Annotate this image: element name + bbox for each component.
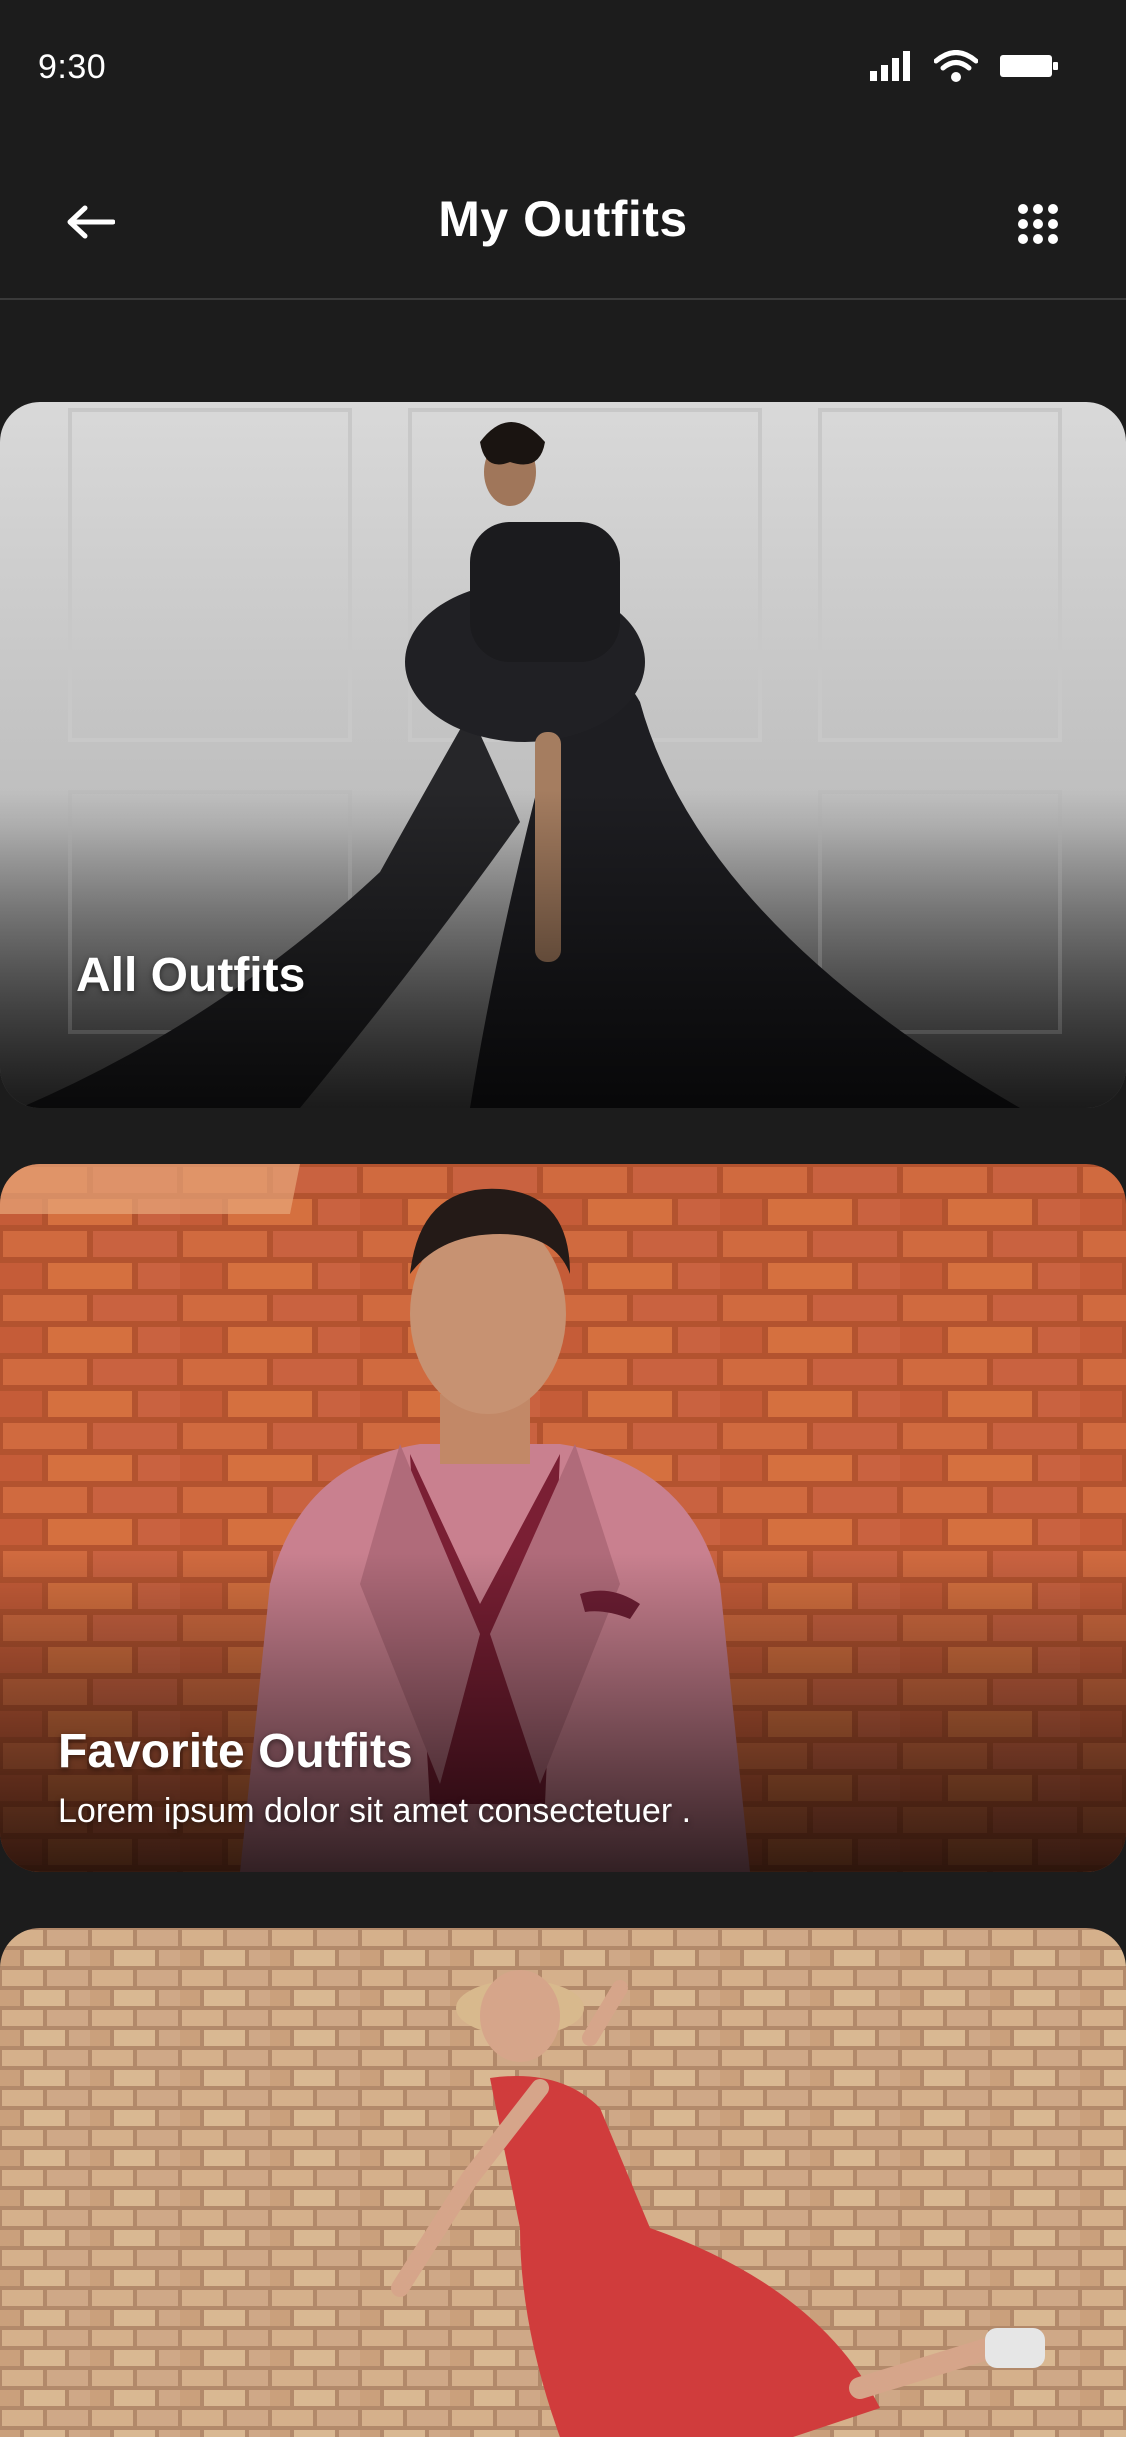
- page-title: My Outfits: [438, 191, 688, 247]
- red-dress-photo: [0, 1928, 1126, 2437]
- status-bar: 9:30: [0, 0, 1126, 140]
- card-title: Favorite Outfits: [58, 1725, 413, 1778]
- grid-menu-button[interactable]: [1010, 196, 1066, 252]
- signal-icon: [870, 51, 910, 81]
- favorite-outfits-card[interactable]: Favorite Outfits Lorem ipsum dolor sit a…: [0, 1164, 1126, 1872]
- card-title: All Outfits: [76, 949, 306, 1002]
- summer-dress-card[interactable]: [0, 1928, 1126, 2437]
- all-outfits-card[interactable]: All Outfits: [0, 402, 1126, 1108]
- grid-dots-icon: [1018, 204, 1058, 244]
- app-bar: My Outfits: [0, 140, 1126, 300]
- wifi-icon: [934, 50, 978, 82]
- card-subtitle: Lorem ipsum dolor sit amet consectetuer …: [58, 1792, 692, 1830]
- battery-icon: [1000, 55, 1058, 77]
- status-icons: [870, 50, 1058, 82]
- status-time: 9:30: [38, 48, 107, 86]
